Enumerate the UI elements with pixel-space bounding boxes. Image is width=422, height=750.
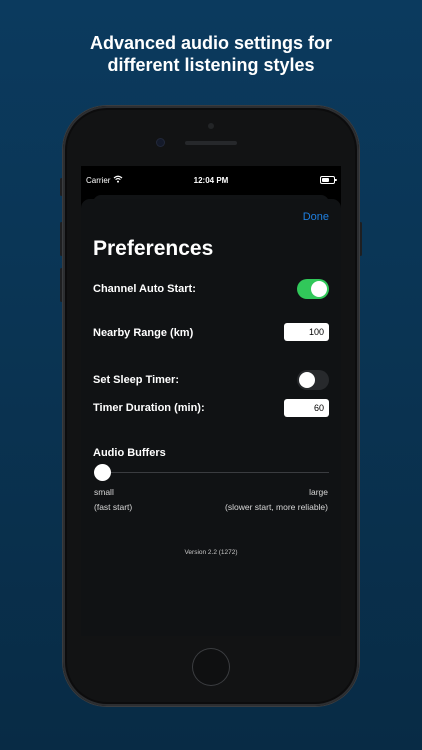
version-label: Version 2.2 (1272) — [184, 549, 238, 556]
audio-buffers-slider-track[interactable] — [95, 472, 329, 473]
earpiece-speaker — [185, 141, 237, 145]
nearby-range-input[interactable] — [284, 323, 329, 341]
audio-buffers-label: Audio Buffers — [93, 447, 166, 459]
sleep-timer-label: Set Sleep Timer: — [93, 374, 179, 386]
power-button — [359, 222, 362, 256]
marketing-headline: Advanced audio settings for different li… — [0, 32, 422, 76]
camera-icon — [208, 123, 214, 129]
channel-auto-start-toggle[interactable] — [297, 279, 329, 299]
toggle-knob — [311, 281, 327, 297]
status-bar: Carrier 12:04 PM — [81, 166, 341, 194]
slider-max-label: large — [309, 487, 328, 497]
status-time: 12:04 PM — [193, 176, 229, 185]
battery-icon — [320, 176, 337, 184]
slider-max-hint: (slower start, more reliable) — [225, 502, 328, 512]
headline-line-1: Advanced audio settings for — [89, 33, 333, 53]
headline-line-2: different listening styles — [107, 55, 315, 75]
toggle-knob — [299, 372, 315, 388]
timer-duration-label: Timer Duration (min): — [93, 402, 205, 414]
timer-duration-input[interactable] — [284, 399, 329, 417]
page-title: Preferences — [93, 237, 214, 260]
home-button — [192, 648, 230, 686]
channel-auto-start-label: Channel Auto Start: — [93, 283, 196, 295]
sensor-icon — [157, 139, 164, 146]
slider-min-hint: (fast start) — [94, 502, 133, 512]
audio-buffers-slider-thumb[interactable] — [94, 464, 111, 481]
preferences-sheet: Done Preferences Channel Auto Start: Nea… — [81, 199, 341, 636]
phone-screen: Carrier 12:04 PM Done Preferences Channe… — [81, 166, 341, 636]
nearby-range-label: Nearby Range (km) — [93, 327, 194, 339]
done-button[interactable]: Done — [303, 211, 329, 223]
sleep-timer-toggle[interactable] — [297, 370, 329, 390]
slider-min-label: small — [94, 487, 114, 497]
